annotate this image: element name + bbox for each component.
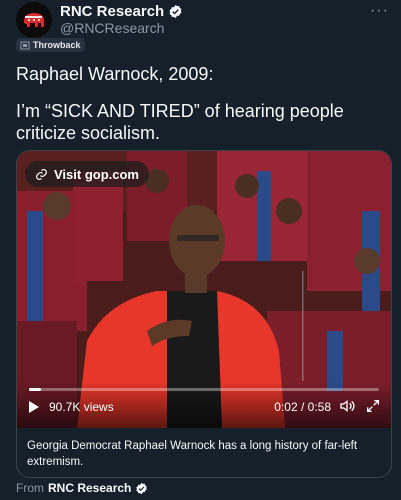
throwback-label[interactable]: Throwback xyxy=(16,38,85,52)
view-count: 90.7K views xyxy=(49,400,114,414)
media-caption: Georgia Democrat Raphael Warnock has a l… xyxy=(27,440,358,468)
fullscreen-icon[interactable] xyxy=(365,398,381,414)
media-card[interactable]: Visit gop.com 90.7K views 0:02 / 0:58 Ge… xyxy=(16,150,392,478)
source-name[interactable]: RNC Research xyxy=(48,481,131,495)
progress-bar-fill xyxy=(29,388,42,391)
label-icon xyxy=(20,41,30,49)
video-controls: 90.7K views 0:02 / 0:58 xyxy=(17,382,391,428)
author-display-name[interactable]: RNC Research xyxy=(60,3,164,20)
avatar[interactable] xyxy=(16,2,52,38)
verified-badge-icon xyxy=(136,482,148,494)
from-label: From xyxy=(16,481,44,495)
link-icon xyxy=(36,168,47,180)
author-name-row[interactable]: RNC Research xyxy=(60,3,183,20)
more-options-icon[interactable]: ··· xyxy=(370,2,389,20)
tweet-text: Raphael Warnock, 2009: I’m “SICK AND TIR… xyxy=(16,63,391,159)
volume-icon[interactable] xyxy=(339,398,355,414)
author-handle[interactable]: @RNCResearch xyxy=(60,20,164,36)
progress-bar[interactable] xyxy=(29,388,379,391)
verified-badge-icon xyxy=(169,4,182,19)
tweet-line-2: I’m “SICK AND TIRED” of hearing people c… xyxy=(16,101,344,143)
visit-link-button[interactable]: Visit gop.com xyxy=(25,161,149,187)
throwback-label-text: Throwback xyxy=(33,40,81,50)
from-source[interactable]: From RNC Research xyxy=(16,481,148,495)
visit-link-label: Visit gop.com xyxy=(54,166,139,182)
video-player[interactable]: Visit gop.com 90.7K views 0:02 / 0:58 xyxy=(17,151,391,428)
video-time: 0:02 / 0:58 xyxy=(274,400,331,414)
rnc-elephant-logo xyxy=(16,2,52,38)
tweet-line-1: Raphael Warnock, 2009: xyxy=(16,64,214,84)
play-icon[interactable] xyxy=(27,400,41,414)
